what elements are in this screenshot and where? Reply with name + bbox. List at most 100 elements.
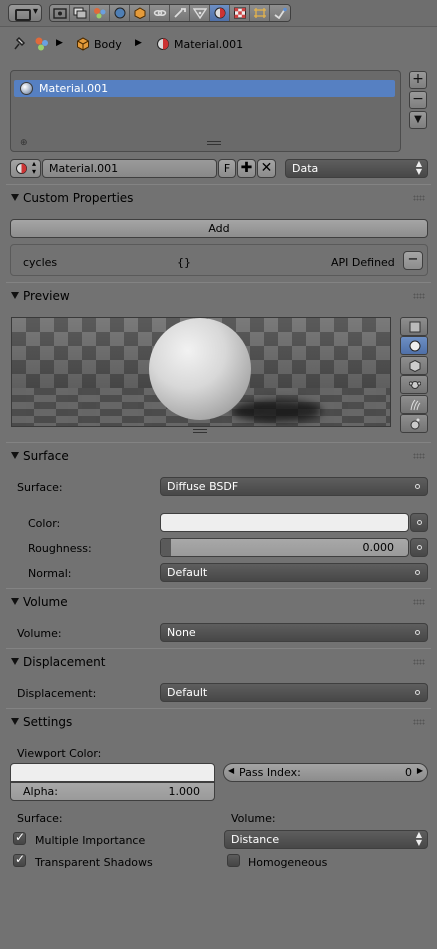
alpha-value: 1.000 <box>168 785 201 798</box>
breadcrumb-material: Material.001 <box>174 38 244 51</box>
transparent-shadows-checkbox[interactable] <box>13 852 26 867</box>
slot-specials-button[interactable]: ▼ <box>409 111 427 129</box>
preview-hair-button[interactable] <box>400 395 428 414</box>
collapse-triangle-icon <box>11 718 19 725</box>
color-link-button[interactable] <box>410 513 428 532</box>
material-icon <box>156 37 170 54</box>
displacement-header[interactable]: Displacement <box>6 652 431 672</box>
tab-physics[interactable] <box>270 5 290 21</box>
roughness-slider[interactable]: 0.000 <box>160 538 409 557</box>
tab-texture[interactable] <box>230 5 250 21</box>
material-sphere-icon <box>20 82 33 95</box>
tab-world[interactable] <box>110 5 130 21</box>
decrement-arrow-icon[interactable]: ◀ <box>228 766 234 775</box>
property-value: {} <box>177 256 191 269</box>
fake-user-button[interactable]: F <box>218 159 236 178</box>
volume-value: None <box>167 626 196 639</box>
link-value: Data <box>292 162 319 175</box>
alpha-label: Alpha: <box>23 785 58 798</box>
tab-material[interactable] <box>210 5 230 21</box>
surface-shader-dropdown[interactable]: Diffuse BSDF <box>160 477 428 496</box>
transparent-shadows-label: Transparent Shadows <box>35 856 153 869</box>
collapse-triangle-icon <box>11 292 19 299</box>
tab-render-layers[interactable] <box>70 5 90 21</box>
new-material-button[interactable]: ✚ <box>237 159 256 178</box>
viewport-color-label: Viewport Color: <box>17 747 102 760</box>
custom-properties-header[interactable]: Custom Properties <box>6 188 431 208</box>
material-browse-button[interactable]: ▴ ▾ <box>10 159 41 178</box>
material-name-field[interactable]: Material.001 <box>42 159 217 178</box>
tab-scene[interactable] <box>90 5 110 21</box>
roughness-link-button[interactable] <box>410 538 428 557</box>
unlink-material-button[interactable]: ✕ <box>257 159 276 178</box>
increment-arrow-icon[interactable]: ▶ <box>417 766 423 775</box>
displacement-value: Default <box>167 686 208 699</box>
preview-header[interactable]: Preview <box>6 286 431 306</box>
collapse-triangle-icon <box>11 658 19 665</box>
alpha-slider[interactable]: Alpha: 1.000 <box>10 782 215 801</box>
remove-slot-button[interactable]: − <box>409 91 427 109</box>
surface-header[interactable]: Surface <box>6 446 431 466</box>
remove-property-button[interactable]: − <box>403 251 423 270</box>
color-swatch[interactable] <box>160 513 409 532</box>
slider-fill <box>161 539 171 556</box>
link-dropdown[interactable]: Data ▲ ▼ <box>285 159 428 178</box>
drag-grip-icon[interactable] <box>413 293 425 299</box>
normal-dropdown[interactable]: Default <box>160 563 428 582</box>
settings-header[interactable]: Settings <box>6 712 431 732</box>
drag-grip-icon[interactable] <box>413 453 425 459</box>
socket-icon <box>417 520 422 525</box>
editor-type-menu[interactable] <box>8 4 42 22</box>
preview-monkey-button[interactable] <box>400 375 428 394</box>
homogeneous-checkbox[interactable] <box>227 854 240 867</box>
breadcrumb-object: Body <box>94 38 122 51</box>
normal-label: Normal: <box>28 567 72 580</box>
preview-flat-button[interactable] <box>400 317 428 336</box>
tab-data[interactable] <box>190 5 210 21</box>
tab-modifiers[interactable] <box>170 5 190 21</box>
drag-grip-icon[interactable] <box>413 659 425 665</box>
drag-grip-icon[interactable] <box>413 719 425 725</box>
preview-cube-button[interactable] <box>400 356 428 375</box>
preview-shadow <box>232 400 322 422</box>
list-filter-icon[interactable]: ⊕ <box>20 138 28 148</box>
volume-dropdown[interactable]: None <box>160 623 428 642</box>
collapse-triangle-icon <box>11 452 19 459</box>
panel-title: Surface <box>23 449 69 463</box>
tab-particles[interactable] <box>250 5 270 21</box>
pass-index-value: 0 <box>405 766 412 779</box>
pin-icon[interactable] <box>12 36 26 55</box>
add-slot-button[interactable]: + <box>409 71 427 89</box>
viewport-color-swatch[interactable] <box>10 763 215 782</box>
preview-sphere-button[interactable] <box>400 336 428 355</box>
list-resize-grip[interactable] <box>207 141 221 145</box>
panel-title: Preview <box>23 289 70 303</box>
volume-sampling-dropdown[interactable]: Distance ▲ ▼ <box>224 830 428 849</box>
preview-resize-grip[interactable] <box>193 429 207 433</box>
panel-title: Volume <box>23 595 68 609</box>
breadcrumb-arrow-icon: ▶ <box>56 38 63 48</box>
socket-icon <box>415 484 420 489</box>
panel-title: Displacement <box>23 655 106 669</box>
property-source: API Defined <box>331 256 395 269</box>
preview-sphere-sky-button[interactable] <box>400 414 428 433</box>
volume-sampling-value: Distance <box>231 833 280 846</box>
multiple-importance-checkbox[interactable] <box>13 830 26 845</box>
preview-sphere <box>149 318 251 420</box>
material-preview <box>11 317 391 427</box>
drag-grip-icon[interactable] <box>413 195 425 201</box>
separator <box>6 588 431 589</box>
tab-constraints[interactable] <box>150 5 170 21</box>
add-property-button[interactable]: Add <box>10 219 428 238</box>
tab-render[interactable] <box>50 5 70 21</box>
drag-grip-icon[interactable] <box>413 599 425 605</box>
displacement-dropdown[interactable]: Default <box>160 683 428 702</box>
updown-icon: ▲ ▼ <box>415 159 422 176</box>
surface-shader-value: Diffuse BSDF <box>167 480 239 493</box>
tab-object[interactable] <box>130 5 150 21</box>
volume-header[interactable]: Volume <box>6 592 431 612</box>
material-slot-label: Material.001 <box>39 82 109 95</box>
pass-index-field[interactable]: ◀ Pass Index: 0 ▶ <box>223 763 428 782</box>
scene-icon <box>34 36 50 55</box>
separator <box>6 282 431 283</box>
